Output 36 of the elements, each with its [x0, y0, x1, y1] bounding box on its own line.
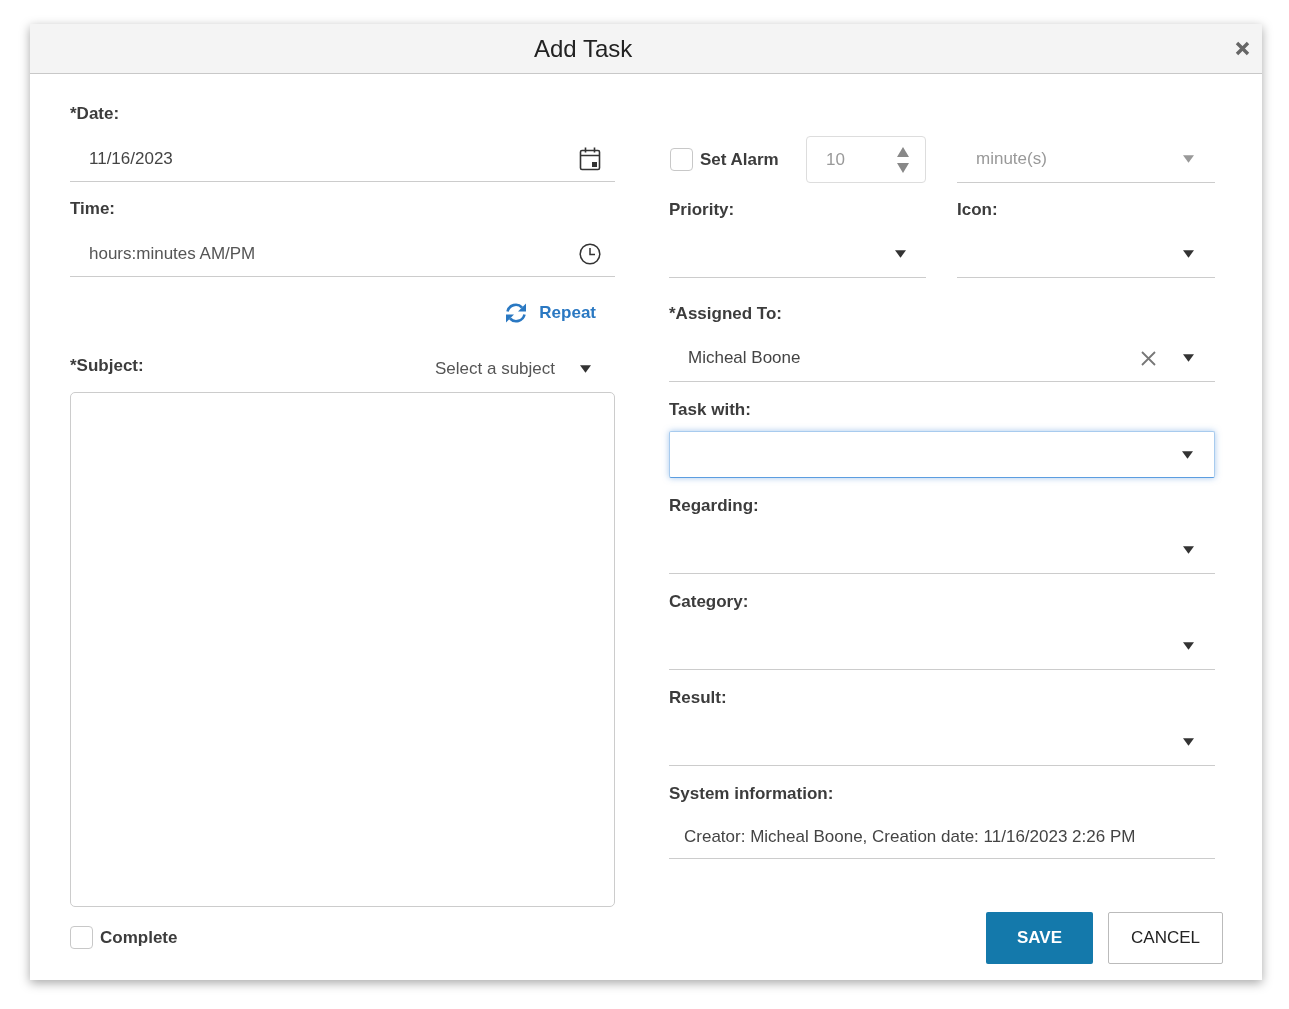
close-icon[interactable]	[1235, 41, 1250, 56]
read-only-field: Creator: Micheal Boone, Creation date: 11/16/2023 2:26 PM	[669, 815, 1215, 859]
time-field[interactable]: hours:minutes AM/PM	[70, 231, 615, 277]
caret-down-icon[interactable]	[1183, 642, 1194, 650]
complete-checkbox[interactable]	[70, 926, 93, 949]
field-label: *Date:	[70, 103, 121, 125]
caret-down-icon[interactable]	[1183, 250, 1194, 258]
repeat-link[interactable]: Repeat	[504, 301, 596, 325]
caret-down-icon[interactable]	[1183, 738, 1194, 746]
caret-down-icon[interactable]	[580, 364, 591, 373]
select-field[interactable]	[669, 431, 1215, 478]
subject-select[interactable]: Select a subject	[435, 358, 615, 379]
field-label: Time:	[70, 198, 117, 220]
field-label: Icon:	[957, 199, 999, 221]
save-button[interactable]: SAVE	[986, 912, 1093, 964]
field-label: Regarding:	[669, 495, 760, 517]
field-label: *Subject:	[70, 355, 144, 377]
sync-icon	[504, 301, 529, 325]
checkbox-label[interactable]: Complete	[100, 927, 178, 948]
dialog-title: Add Task	[534, 34, 633, 63]
caret-down-icon[interactable]	[1183, 546, 1194, 554]
field-label: System information:	[669, 783, 835, 805]
caret-down-icon[interactable]	[1182, 450, 1193, 459]
clock-icon[interactable]	[579, 242, 601, 265]
field-label: Priority:	[669, 199, 736, 221]
date-field[interactable]: 11/16/2023	[70, 136, 615, 182]
field-label: Task with:	[669, 399, 752, 421]
field-label: Result:	[669, 687, 728, 709]
clear-icon[interactable]	[1141, 350, 1156, 366]
caret-down-icon[interactable]	[895, 250, 906, 258]
caret-down-icon[interactable]	[1183, 354, 1194, 362]
field-label: Category:	[669, 591, 750, 613]
calendar-icon[interactable]	[579, 146, 601, 171]
select-field[interactable]: Micheal Boone	[669, 335, 1215, 382]
field-label: *Assigned To:	[669, 303, 784, 325]
cancel-button[interactable]: CANCEL	[1108, 912, 1223, 964]
